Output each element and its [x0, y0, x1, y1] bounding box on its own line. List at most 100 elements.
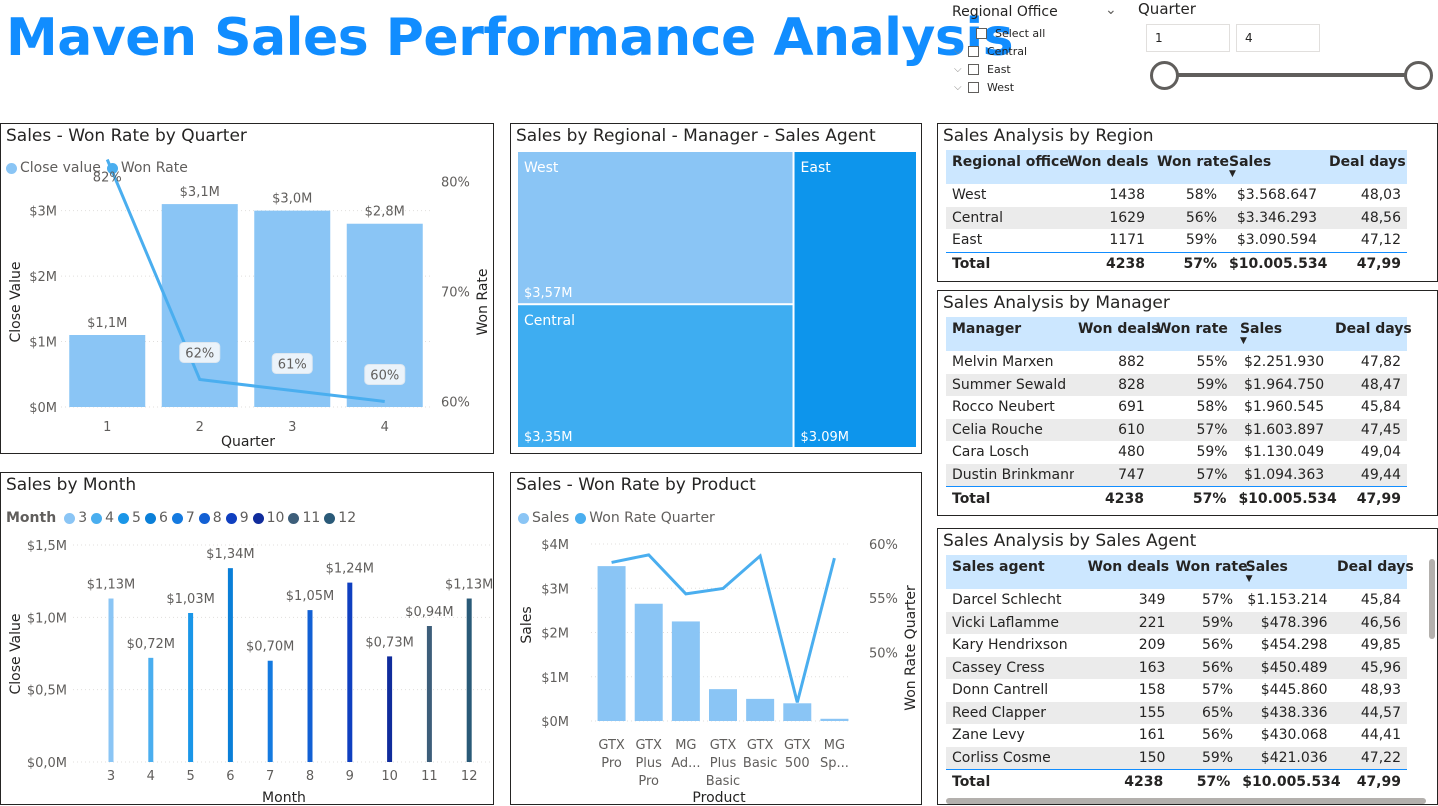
treemap-tile	[518, 152, 793, 304]
sort-descending-icon[interactable]: ▼	[1229, 169, 1236, 179]
table-row[interactable]: Reed Clapper 155 65% $438.336 44,57	[946, 701, 1407, 724]
x-axis-title: Quarter	[221, 434, 275, 450]
sort-descending-icon[interactable]: ▼	[1240, 336, 1247, 346]
treemap-tile-label: West	[524, 160, 559, 176]
table-row[interactable]: Kary Hendrixson 209 56% $454.298 49,85	[946, 634, 1407, 657]
column-header[interactable]: Won deals	[1072, 317, 1160, 351]
table-total-row[interactable]: Total 4238 57% $10.005.534 47,99	[946, 486, 1407, 510]
y-tick-label: $1M	[541, 671, 569, 686]
range-slider-min-handle[interactable]	[1150, 61, 1179, 90]
y-tick-label: $0,5M	[27, 684, 67, 699]
column-header[interactable]: Sales ▼	[1234, 317, 1329, 351]
table-cell: Central	[952, 209, 1003, 226]
vertical-scrollbar[interactable]	[1429, 559, 1435, 639]
table-cell: $421.036	[1260, 749, 1328, 766]
table-cell: $438.336	[1260, 704, 1328, 721]
x-tick-label: MG	[824, 738, 845, 753]
table-cell: Rocco Neubert	[952, 399, 1055, 416]
expand-chevron-icon[interactable]: ⌵	[954, 82, 968, 93]
expand-chevron-icon[interactable]: ⌵	[954, 46, 968, 57]
product-chart-panel: Sales - Won Rate by Product Sales Won Ra…	[510, 472, 922, 806]
table-cell: 828	[1118, 376, 1145, 393]
treemap-panel: Sales by Regional - Manager - Sales Agen…	[510, 123, 922, 454]
x-axis-title: Product	[692, 790, 746, 806]
slicer-item-select-all[interactable]: Select all	[976, 24, 1045, 42]
quarter-min-input[interactable]: 1	[1146, 24, 1230, 52]
product-combo-chart: $0M $1M $2M $3M $4M GTX Pro GTX Plus Pro MG Ad... GT…	[519, 538, 919, 806]
checkbox[interactable]	[968, 45, 979, 57]
table-cell: 55%	[1196, 354, 1228, 371]
treemap-tile-value: $3,35M	[524, 430, 572, 445]
column-header[interactable]: Regional office	[946, 150, 1069, 184]
column-header[interactable]: Sales agent	[946, 555, 1082, 589]
table-row[interactable]: West 1438 58% $3.568.647 48,03	[946, 184, 1407, 207]
treemap-tile	[794, 152, 916, 447]
bar	[108, 598, 114, 762]
table-cell: 47,99	[1356, 256, 1401, 272]
table-row[interactable]: Celia Rouche 610 57% $1.603.897 47,45	[946, 418, 1407, 441]
table-cell: $3.346.293	[1236, 209, 1317, 226]
column-header[interactable]: Won rate	[1170, 555, 1248, 589]
y-tick-label: $1,5M	[27, 539, 67, 554]
column-header[interactable]: Won rate	[1151, 150, 1229, 184]
table-row[interactable]: Corliss Cosme 150 59% $421.036 47,22	[946, 746, 1407, 769]
table-cell: 1629	[1109, 209, 1145, 226]
table-cell: 46,56	[1360, 614, 1401, 631]
quarter-max-input[interactable]: 4	[1236, 24, 1320, 52]
checkbox[interactable]	[976, 27, 987, 39]
column-header[interactable]: Deal days	[1323, 150, 1407, 184]
table-row[interactable]: Zane Levy 161 56% $430.068 44,41	[946, 724, 1407, 747]
table-row[interactable]: Vicki Laflamme 221 59% $478.396 46,56	[946, 611, 1407, 634]
table-cell: $10.005.534	[1238, 490, 1337, 507]
table-row[interactable]: Donn Cantrell 158 57% $445.860 48,93	[946, 679, 1407, 702]
slicer-item-central[interactable]: ⌵ Central	[954, 42, 1027, 60]
table-row[interactable]: Cassey Cress 163 56% $450.489 45,96	[946, 656, 1407, 679]
column-header[interactable]: Won deals	[1061, 150, 1151, 184]
table-total-row[interactable]: Total 4238 57% $10.005.534 47,99	[946, 251, 1407, 276]
x-tick-label: Plus	[635, 756, 662, 771]
table-cell: 48,93	[1360, 682, 1401, 699]
checkbox[interactable]	[968, 63, 979, 75]
x-tick-label: GTX	[635, 738, 662, 753]
column-header[interactable]: Deal days	[1331, 555, 1414, 589]
column-header-label: Deal days	[1337, 559, 1414, 575]
table-cell: West	[952, 187, 987, 204]
month-bar-chart: $0,0M $0,5M $1,0M $1,5M $1,13M 3 $0,72M 4 $1,03M…	[8, 539, 493, 806]
table-row[interactable]: Cara Losch 480 59% $1.130.049 49,04	[946, 441, 1407, 464]
range-slider-max-handle[interactable]	[1404, 61, 1433, 90]
table-row[interactable]: Melvin Marxen 882 55% $2.251.930 47,82	[946, 351, 1407, 374]
table-row[interactable]: Rocco Neubert 691 58% $1.960.545 45,84	[946, 396, 1407, 419]
x-tick-label: GTX	[784, 738, 811, 753]
table-row[interactable]: East 1171 59% $3.090.594 47,12	[946, 229, 1407, 252]
sort-descending-icon[interactable]: ▼	[1246, 574, 1253, 584]
table-row[interactable]: Central 1629 56% $3.346.293 48,56	[946, 206, 1407, 229]
column-header[interactable]: Manager	[946, 317, 1072, 351]
horizontal-scrollbar[interactable]	[946, 798, 1426, 804]
quarter-slicer[interactable]: Quarter 1 4	[1138, 0, 1438, 100]
data-label: $1,24M	[326, 562, 374, 577]
expand-chevron-icon[interactable]: ⌵	[954, 64, 968, 75]
bar	[820, 718, 849, 721]
table-cell: East	[952, 232, 983, 249]
range-slider-track[interactable]	[1164, 73, 1420, 77]
slicer-item-east[interactable]: ⌵ East	[954, 60, 1011, 78]
column-header[interactable]: Sales ▼	[1240, 555, 1331, 589]
table-cell: 47,99	[1356, 773, 1401, 790]
column-header[interactable]: Won rate	[1150, 317, 1234, 351]
x-tick-label: 6	[226, 769, 234, 784]
bar	[69, 335, 146, 407]
table-row[interactable]: Darcel Schlecht 349 57% $1.153.214 45,84	[946, 589, 1407, 612]
checkbox[interactable]	[968, 81, 979, 93]
slicer-item-west[interactable]: ⌵ West	[954, 78, 1014, 96]
line-data-label: 82%	[93, 171, 122, 186]
column-header[interactable]: Deal days	[1329, 317, 1412, 351]
column-header[interactable]: Sales ▼	[1223, 150, 1323, 184]
chevron-down-icon[interactable]: ⌄	[1105, 2, 1117, 18]
table-row[interactable]: Summer Sewald 828 59% $1.964.750 48,47	[946, 373, 1407, 396]
x-tick-label: Pro	[638, 774, 659, 789]
regional-office-slicer[interactable]: Regional Office ⌄ Select all ⌵ Central ⌵…	[950, 2, 1120, 102]
table-total-row[interactable]: Total 4238 57% $10.005.534 47,99	[946, 769, 1407, 793]
data-label: $1,13M	[87, 578, 135, 593]
column-header[interactable]: Won deals	[1082, 555, 1170, 589]
table-row[interactable]: Dustin Brinkmann 747 57% $1.094.363 49,44	[946, 463, 1407, 486]
